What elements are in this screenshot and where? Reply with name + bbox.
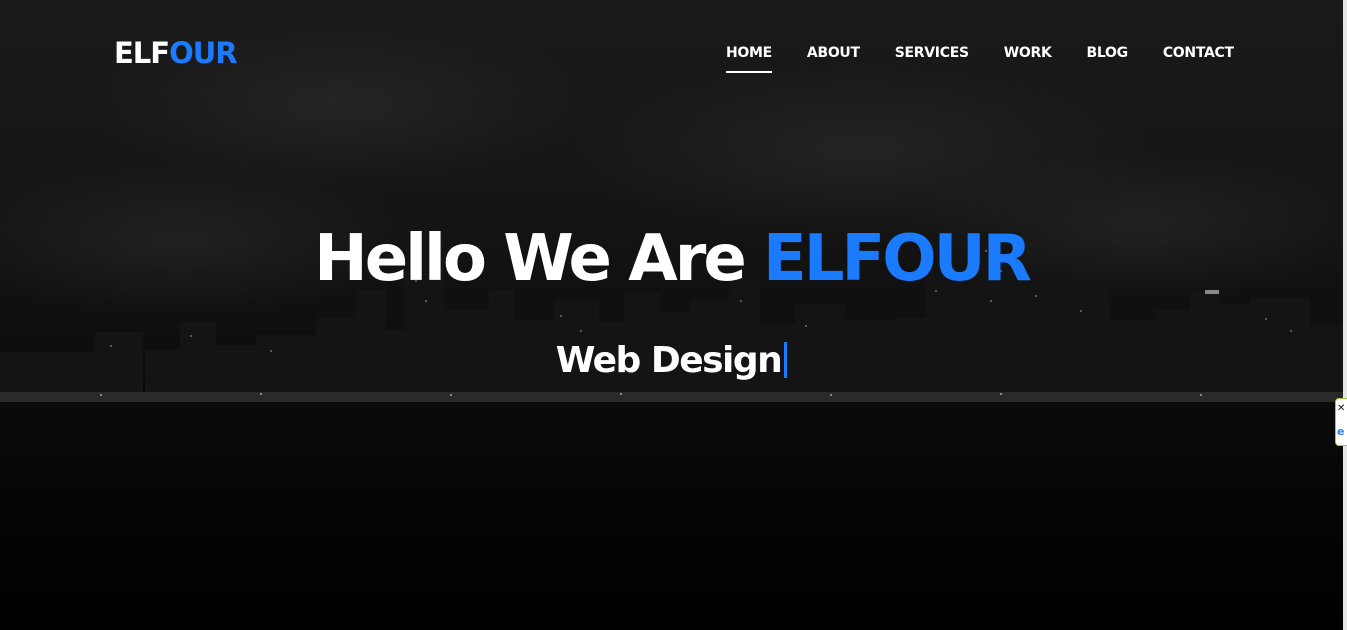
hero-headline: Hello We Are ELFOUR bbox=[0, 222, 1343, 296]
typed-text: Web Design bbox=[555, 340, 783, 381]
e-icon[interactable]: e bbox=[1337, 426, 1347, 438]
close-icon[interactable]: ✕ bbox=[1337, 404, 1347, 414]
headline-brand: ELFOUR bbox=[763, 222, 1032, 296]
nav-item-about[interactable]: ABOUT bbox=[807, 45, 860, 61]
logo-text-white: ELF bbox=[114, 36, 170, 70]
hero-typed-text: Web Design bbox=[0, 340, 1343, 381]
site-logo[interactable]: ELFOUR bbox=[114, 36, 238, 70]
main-nav: HOME ABOUT SERVICES WORK BLOG CONTACT bbox=[726, 45, 1269, 73]
nav-item-services[interactable]: SERVICES bbox=[895, 45, 969, 61]
headline-prefix: Hello We Are bbox=[314, 222, 763, 296]
nav-item-home[interactable]: HOME bbox=[726, 45, 772, 73]
typing-cursor bbox=[784, 342, 788, 378]
page-scrollbar[interactable] bbox=[1343, 0, 1347, 630]
nav-item-work[interactable]: WORK bbox=[1004, 45, 1052, 61]
water-reflection bbox=[0, 402, 1343, 630]
browser-extension-widget[interactable]: ✕ e bbox=[1335, 398, 1347, 446]
nav-item-blog[interactable]: BLOG bbox=[1087, 45, 1129, 61]
hero-section: ELFOUR HOME ABOUT SERVICES WORK BLOG CON… bbox=[0, 0, 1343, 630]
logo-text-accent: OUR bbox=[169, 36, 238, 70]
nav-item-contact[interactable]: CONTACT bbox=[1163, 45, 1234, 61]
